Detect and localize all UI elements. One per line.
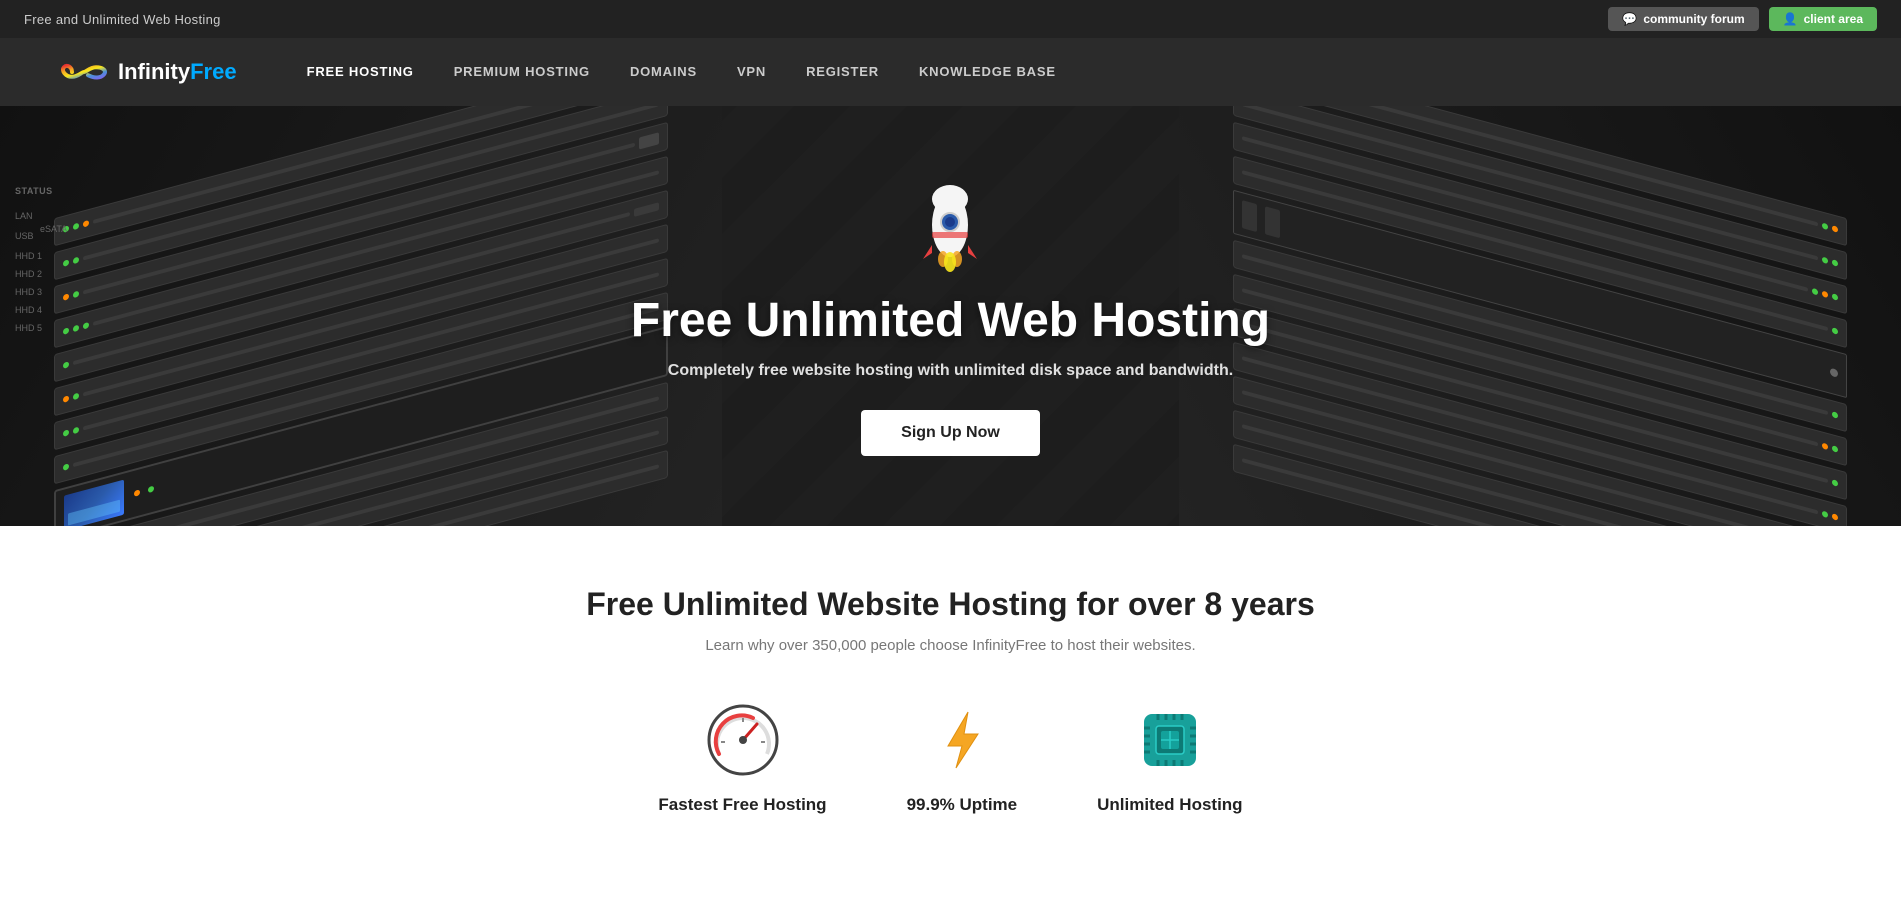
nav-vpn[interactable]: VPN [717,38,786,106]
signup-button[interactable]: Sign Up Now [861,410,1040,456]
nav-register[interactable]: REGISTER [786,38,899,106]
feature-speed: Fastest Free Hosting [658,704,826,815]
top-bar: Free and Unlimited Web Hosting 💬 communi… [0,0,1901,38]
nav-domains[interactable]: DOMAINS [610,38,717,106]
client-area-button[interactable]: 👤 client area [1769,7,1877,31]
brand-logo[interactable]: InfinityFree [60,56,237,88]
hero-title: Free Unlimited Web Hosting [631,293,1270,348]
chip-icon [1134,704,1206,781]
speedometer-icon [707,704,779,781]
hero-subtitle: Completely free website hosting with unl… [631,362,1270,380]
user-icon: 👤 [1783,12,1798,26]
feature-uptime-label: 99.9% Uptime [907,795,1018,815]
navbar: InfinityFree FREE HOSTING PREMIUM HOSTIN… [0,38,1901,106]
features-title: Free Unlimited Website Hosting for over … [60,586,1841,623]
hero-content: Free Unlimited Web Hosting Completely fr… [611,177,1290,456]
community-forum-button[interactable]: 💬 community forum [1608,7,1758,31]
nav-knowledge-base[interactable]: KNOWLEDGE BASE [899,38,1076,106]
hero-section: STATUS LAN USB eSATA HHD 1 HHD 2 HHD 3 H… [0,106,1901,526]
feature-unlimited: Unlimited Hosting [1097,704,1242,815]
brand-text: InfinityFree [118,59,237,85]
chat-icon: 💬 [1622,12,1637,26]
nav-premium-hosting[interactable]: PREMIUM HOSTING [434,38,610,106]
feature-uptime: 99.9% Uptime [907,704,1018,815]
nav-free-hosting[interactable]: FREE HOSTING [287,38,434,106]
features-section: Free Unlimited Website Hosting for over … [0,526,1901,855]
feature-speed-label: Fastest Free Hosting [658,795,826,815]
rocket-icon [905,177,995,277]
top-bar-actions: 💬 community forum 👤 client area [1608,7,1877,31]
top-bar-title: Free and Unlimited Web Hosting [24,12,221,27]
infinity-icon [60,56,108,88]
features-grid: Fastest Free Hosting 99.9% Uptime [60,704,1841,815]
lightning-icon [926,704,998,781]
features-subtitle: Learn why over 350,000 people choose Inf… [60,637,1841,654]
nav-links: FREE HOSTING PREMIUM HOSTING DOMAINS VPN… [287,38,1076,106]
feature-unlimited-label: Unlimited Hosting [1097,795,1242,815]
